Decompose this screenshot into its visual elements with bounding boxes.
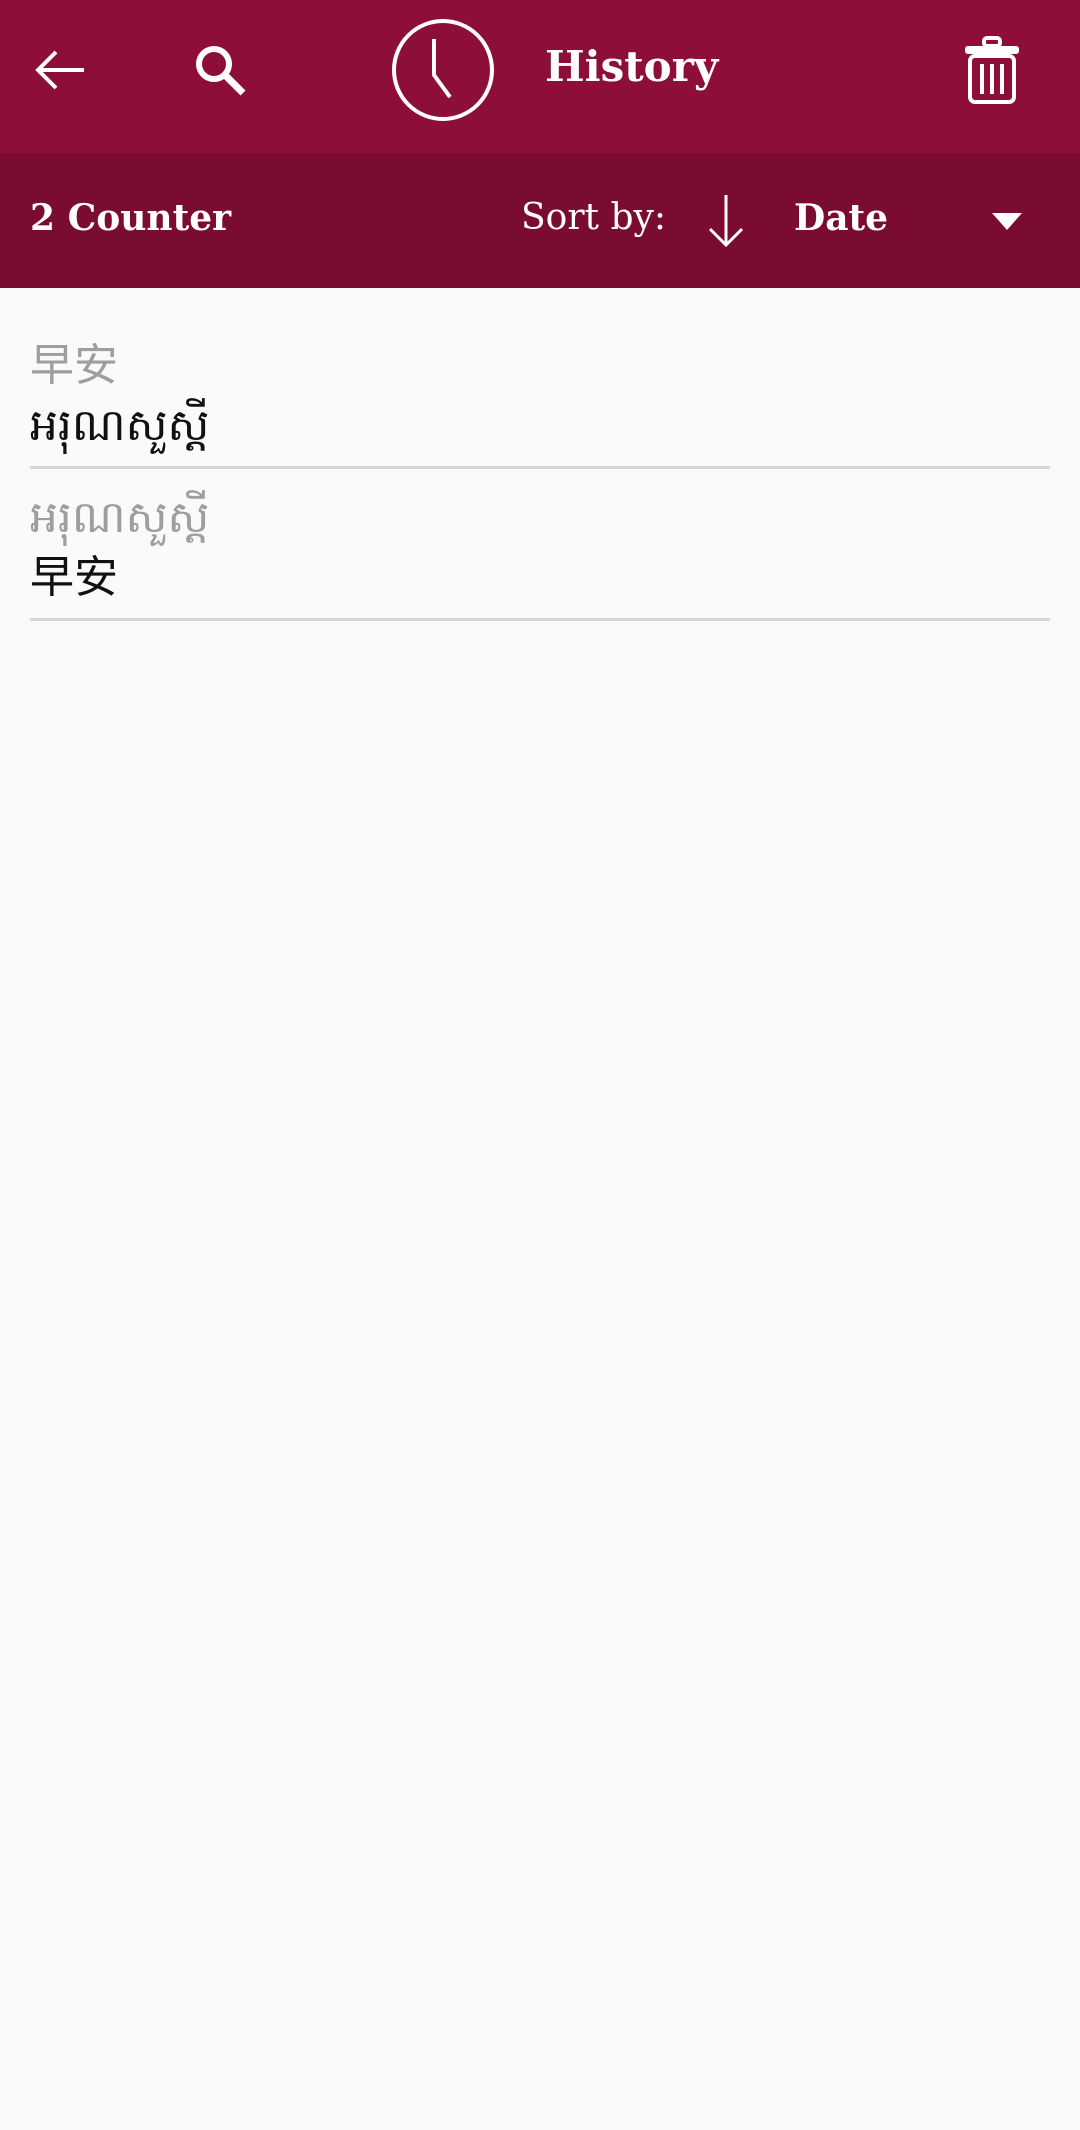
clock-icon bbox=[392, 19, 494, 121]
trash-icon[interactable] bbox=[962, 36, 1022, 106]
back-arrow-icon[interactable] bbox=[32, 48, 88, 92]
history-count: 2 Counter bbox=[30, 197, 232, 239]
sort-direction-arrow-icon[interactable] bbox=[706, 193, 746, 249]
translation-text: អរុណសួស្តី bbox=[30, 400, 210, 451]
source-text: អរុណសួស្តី bbox=[30, 492, 210, 543]
sort-label: Sort by: bbox=[521, 197, 666, 238]
history-item[interactable]: អរុណសួស្តី 早安 bbox=[30, 488, 1050, 621]
sort-dropdown-value[interactable]: Date bbox=[794, 197, 888, 239]
page-title: History bbox=[545, 42, 719, 91]
app-bar: History bbox=[0, 0, 1080, 153]
source-text: 早安 bbox=[30, 340, 118, 391]
translation-text: 早安 bbox=[30, 552, 118, 603]
chevron-down-icon[interactable] bbox=[992, 213, 1022, 231]
history-item[interactable]: 早安 អរុណសួស្តី bbox=[30, 336, 1050, 469]
search-icon[interactable] bbox=[192, 42, 250, 100]
sort-bar: 2 Counter Sort by: Date bbox=[0, 153, 1080, 288]
